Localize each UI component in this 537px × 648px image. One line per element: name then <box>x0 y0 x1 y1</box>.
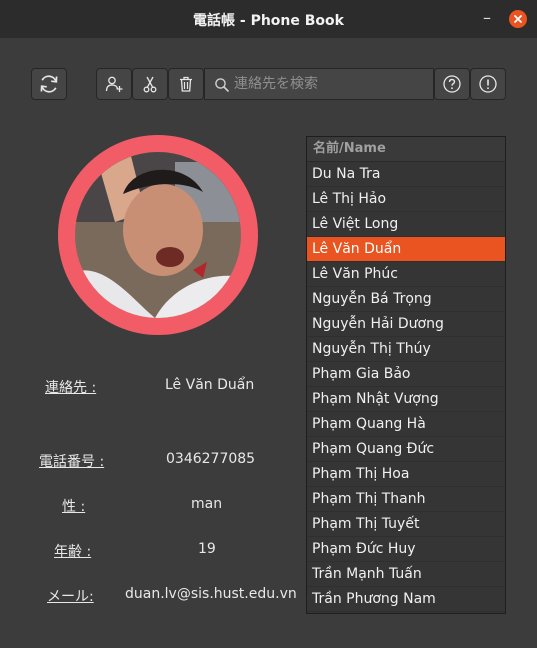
search-icon <box>215 78 230 93</box>
refresh-icon <box>40 75 58 93</box>
contact-list[interactable]: 名前/Name Du Na Tra Lê Thị Hảo Lê Việt Long L… <box>306 136 506 614</box>
search-input[interactable] <box>234 70 429 98</box>
avatar-photo <box>75 152 241 318</box>
app-window: 電話帳 - Phone Book – 連絡先を検索 連絡先: Lê Văn D… <box>0 0 537 648</box>
age-value: 19 <box>198 541 216 557</box>
age-label: 年齢 : <box>54 544 92 560</box>
email-value: duan.lv@sis.hust.edu.vn <box>125 586 297 602</box>
list-item[interactable]: Lê Việt Long <box>307 212 505 237</box>
help-button[interactable] <box>434 68 470 100</box>
add-contact-button[interactable] <box>96 68 132 100</box>
close-button[interactable] <box>509 10 527 28</box>
add-user-icon <box>105 76 123 92</box>
window-title: 電話帳 - Phone Book <box>193 13 344 29</box>
list-item[interactable]: Nguyễn Bá Trọng <box>307 287 505 312</box>
list-header-name[interactable]: 名前/Name <box>307 137 505 162</box>
phone-label: 電話番号 : <box>39 454 105 470</box>
close-icon <box>514 15 522 23</box>
list-item[interactable]: Trần Mạnh Tuấn <box>307 562 505 587</box>
list-item[interactable]: Phạm Thị Hoa <box>307 462 505 487</box>
list-item-selected[interactable]: Lê Văn Duẩn <box>307 237 505 262</box>
list-item[interactable]: Phạm Thị Tuyết <box>307 512 505 537</box>
list-item[interactable]: Phạm Quang Đức <box>307 437 505 462</box>
list-item[interactable]: Lê Văn Phúc <box>307 262 505 287</box>
list-item[interactable]: Phạm Quang Hà <box>307 412 505 437</box>
help-icon <box>443 75 461 93</box>
list-item[interactable]: Lê Thị Hảo <box>307 187 505 212</box>
trash-icon <box>180 76 192 92</box>
gender-value: man <box>191 496 223 512</box>
contact-label: 連絡先 : <box>45 380 97 396</box>
minimize-button[interactable]: – <box>481 9 493 27</box>
cut-contact-button[interactable] <box>132 68 168 100</box>
list-item[interactable]: Phạm Thị Thanh <box>307 487 505 512</box>
list-item[interactable]: Nguyễn Thị Thúy <box>307 337 505 362</box>
contact-avatar <box>58 135 258 335</box>
list-item[interactable]: Phạm Đức Huy <box>307 537 505 562</box>
info-button[interactable] <box>470 68 506 100</box>
list-item[interactable]: Trần Phương Nam <box>307 587 505 612</box>
alert-icon <box>479 75 497 93</box>
list-item[interactable]: Phạm Nhật Vượng <box>307 387 505 412</box>
search-box[interactable] <box>204 68 434 100</box>
scissors-icon <box>143 76 157 93</box>
refresh-button[interactable] <box>31 68 67 100</box>
title-bar[interactable]: 電話帳 - Phone Book – <box>0 0 537 38</box>
list-item[interactable]: Du Na Tra <box>307 162 505 187</box>
contact-value: Lê Văn Duẩn <box>165 377 255 393</box>
delete-contact-button[interactable] <box>168 68 204 100</box>
list-item[interactable]: Phạm Gia Bảo <box>307 362 505 387</box>
email-label: メール: <box>47 589 94 605</box>
list-item[interactable]: Nguyễn Hải Dương <box>307 312 505 337</box>
phone-value: 0346277085 <box>166 451 256 467</box>
gender-label: 性 : <box>62 499 86 515</box>
